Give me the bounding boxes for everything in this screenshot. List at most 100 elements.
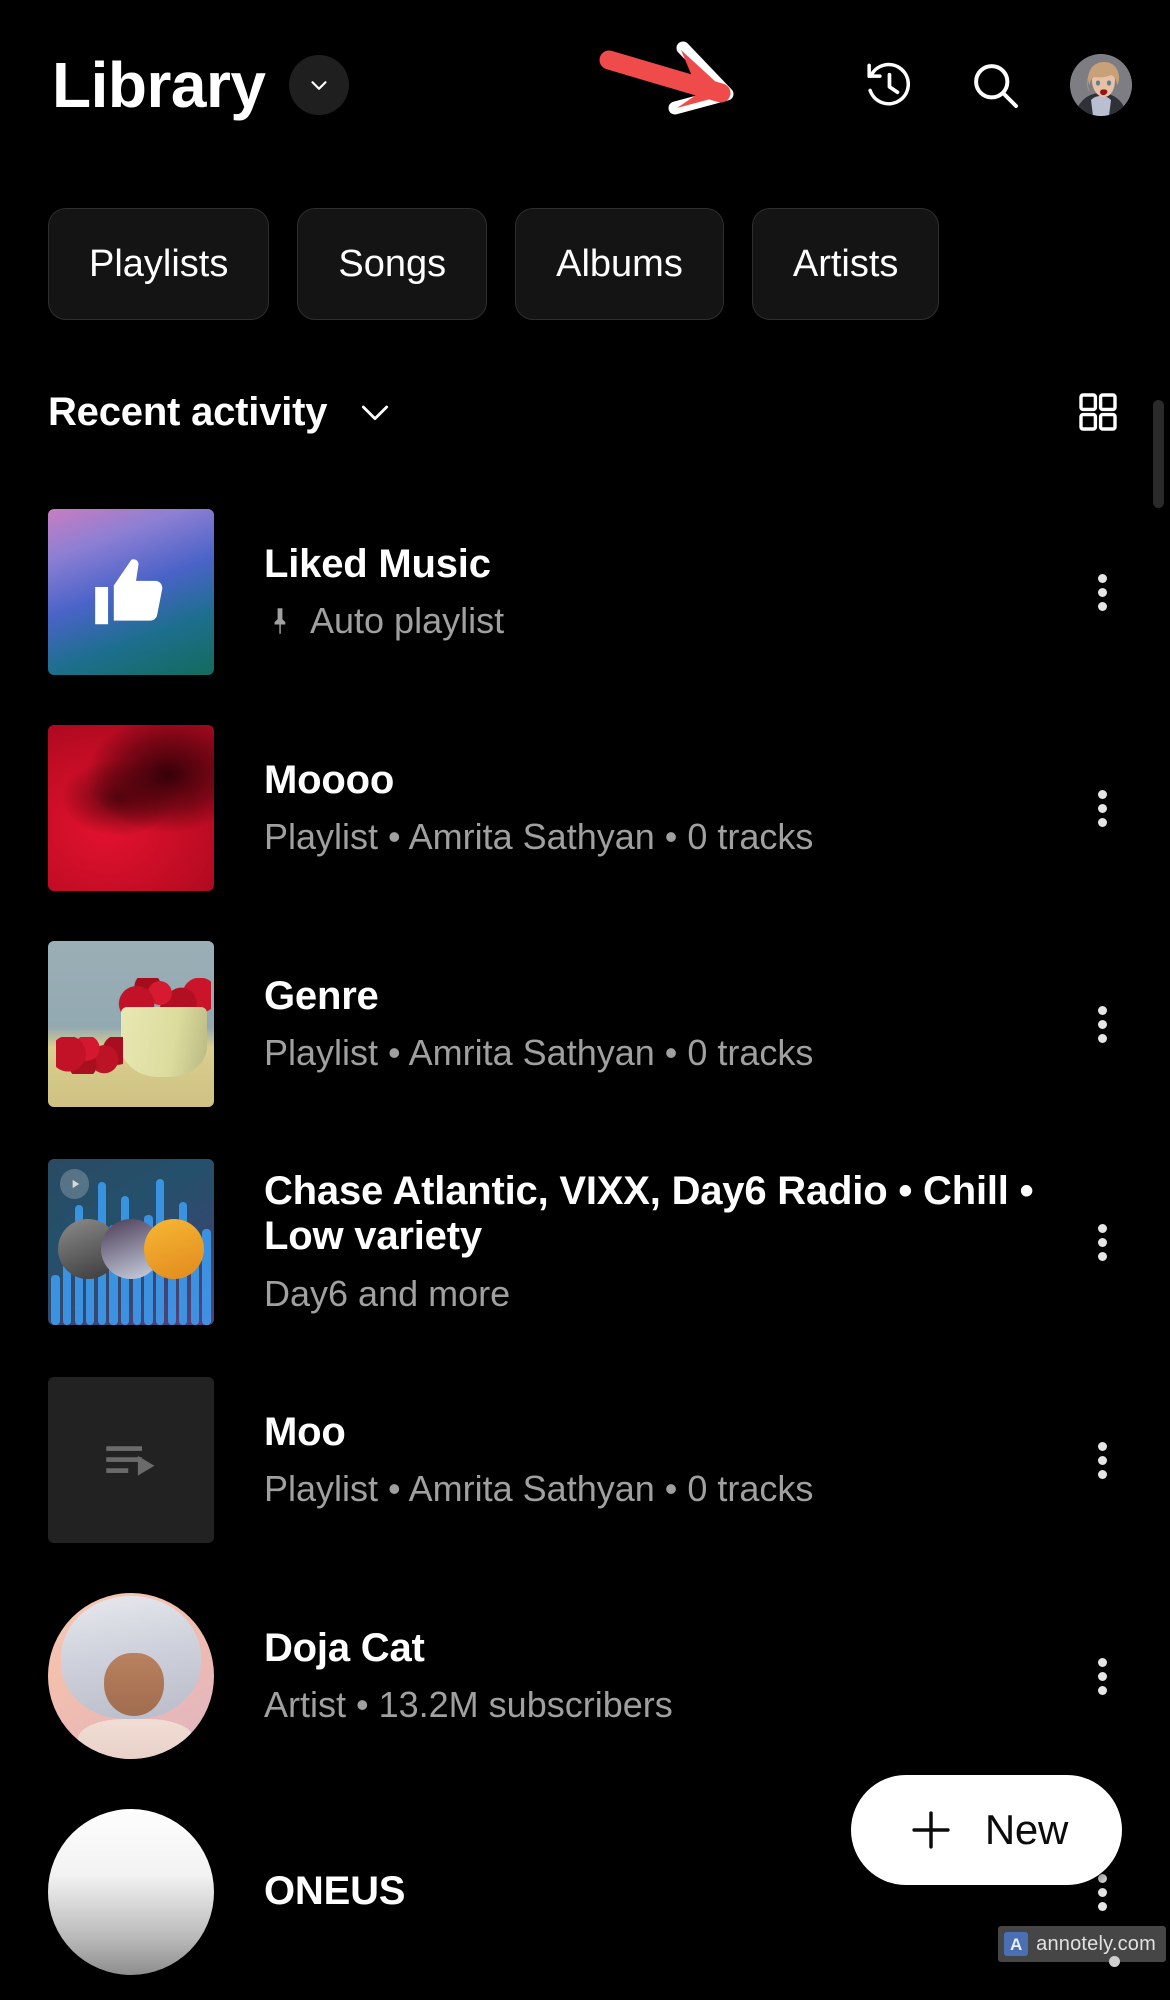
list-item-subtitle: Auto playlist xyxy=(310,600,505,642)
face-shape xyxy=(104,1652,165,1716)
play-glyph xyxy=(72,1179,79,1188)
more-vertical-icon xyxy=(1097,1001,1107,1048)
sort-label: Recent activity xyxy=(48,389,328,434)
search-icon xyxy=(974,64,1018,108)
list-item-subtitle-row: Day6 and more xyxy=(264,1272,1072,1315)
list-item-subtitle-row: Artist • 13.2M subscribers xyxy=(264,1683,1072,1726)
playlist-play-icon xyxy=(106,1446,155,1476)
filter-chip-row: Playlists Songs Albums Artists xyxy=(0,208,1170,320)
list-item-subtitle-row: Playlist • Amrita Sathyan • 0 tracks xyxy=(264,815,1072,858)
chip-artists[interactable]: Artists xyxy=(751,208,940,320)
plus-icon xyxy=(912,1811,950,1849)
body-shape xyxy=(77,1719,195,1759)
list-item-menu-button[interactable] xyxy=(1072,1437,1132,1484)
playlist-cover-cherries xyxy=(48,941,214,1107)
history-clock-icon xyxy=(867,62,911,106)
chevron-down-icon xyxy=(311,81,328,90)
list-item-subtitle-row: Playlist • Amrita Sathyan • 0 tracks xyxy=(264,1031,1072,1074)
thumbs-up-icon xyxy=(95,559,163,625)
list-item-text: Chase Atlantic, VIXX, Day6 Radio • Chill… xyxy=(214,1169,1072,1315)
list-item-menu-button[interactable] xyxy=(1072,1653,1132,1700)
more-vertical-icon xyxy=(1097,1653,1107,1700)
list-item[interactable]: Doja Cat Artist • 13.2M subscribers xyxy=(0,1568,1170,1784)
new-button[interactable]: New xyxy=(850,1775,1122,1885)
annotely-logo-icon: A xyxy=(1004,1932,1029,1956)
list-item-title: Genre xyxy=(264,973,379,1018)
list-item[interactable]: Liked Music Auto playlist xyxy=(0,484,1170,700)
list-item-title: Moo xyxy=(264,1409,346,1454)
list-item-subtitle: Playlist • Amrita Sathyan • 0 tracks xyxy=(264,1468,814,1510)
more-vertical-icon xyxy=(1097,785,1107,832)
pin-glyph xyxy=(274,607,286,634)
bowl-shape xyxy=(121,1007,208,1078)
artist-avatar-art xyxy=(48,1593,214,1759)
list-item-subtitle-row: Playlist • Amrita Sathyan • 0 tracks xyxy=(264,1467,1072,1510)
empty-playlist-art xyxy=(48,1377,214,1543)
list-item-menu-button[interactable] xyxy=(1072,569,1132,616)
radio-mix-art xyxy=(48,1159,214,1325)
chip-albums[interactable]: Albums xyxy=(515,208,724,320)
loose-cherries xyxy=(56,1037,123,1074)
new-button-label: New xyxy=(984,1806,1068,1853)
list-item-text: Moooo Playlist • Amrita Sathyan • 0 trac… xyxy=(214,758,1072,859)
list-item-text: Moo Playlist • Amrita Sathyan • 0 tracks xyxy=(214,1410,1072,1511)
header-actions xyxy=(858,54,1132,116)
artist-avatar-doja-cat xyxy=(48,1593,214,1759)
liked-music-thumbnail xyxy=(48,509,214,675)
artist-circle-3 xyxy=(144,1218,205,1279)
annotely-watermark: A annotely.com xyxy=(998,1926,1166,1967)
list-item-subtitle: Day6 and more xyxy=(264,1273,511,1314)
list-item-title: Liked Music xyxy=(264,541,491,586)
artist-avatar-art xyxy=(48,1809,214,1975)
grid-view-icon xyxy=(1079,393,1117,431)
section-bar: Recent activity xyxy=(0,382,1170,442)
chip-playlists[interactable]: Playlists xyxy=(48,208,270,320)
red-arrow-annotation-icon xyxy=(599,41,734,115)
list-item-subtitle: Playlist • Amrita Sathyan • 0 tracks xyxy=(264,1032,814,1074)
play-badge-icon xyxy=(59,1168,90,1199)
empty-playlist-placeholder xyxy=(48,1377,214,1543)
playlist-cover-red-leaves xyxy=(48,725,214,891)
library-dropdown-button[interactable] xyxy=(289,55,350,115)
artist-avatar-oneus xyxy=(48,1809,214,1975)
list-item-text: Liked Music Auto playlist xyxy=(214,542,1072,643)
more-vertical-icon xyxy=(1097,1869,1107,1916)
list-item-subtitle: Artist • 13.2M subscribers xyxy=(264,1684,673,1726)
sort-dropdown-button[interactable] xyxy=(355,392,395,432)
list-item-text: Genre Playlist • Amrita Sathyan • 0 trac… xyxy=(214,974,1072,1075)
list-item-menu-button[interactable] xyxy=(1072,1219,1132,1266)
avatar[interactable] xyxy=(1070,54,1132,116)
list-item[interactable]: Moo Playlist • Amrita Sathyan • 0 tracks xyxy=(0,1352,1170,1568)
more-vertical-icon xyxy=(1097,1437,1107,1484)
list-item-subtitle-row: Auto playlist xyxy=(264,599,1072,642)
page-title: Library xyxy=(52,49,266,121)
list-item-menu-button[interactable] xyxy=(1072,1001,1132,1048)
list-item-title: Doja Cat xyxy=(264,1625,425,1670)
list-item-title: Chase Atlantic, VIXX, Day6 Radio • Chill… xyxy=(264,1168,1034,1259)
search-button[interactable] xyxy=(964,54,1026,116)
chip-songs[interactable]: Songs xyxy=(297,208,488,320)
history-button[interactable] xyxy=(858,54,920,116)
playlist-cover-art xyxy=(48,725,214,891)
list-item-subtitle: Playlist • Amrita Sathyan • 0 tracks xyxy=(264,816,814,858)
app-header: Library xyxy=(0,0,1170,170)
annotation-handle-dot xyxy=(1109,1956,1120,1967)
pin-icon xyxy=(264,605,296,637)
list-item-title: Moooo xyxy=(264,757,395,802)
chevron-down-icon xyxy=(362,405,389,421)
account-avatar-image xyxy=(1070,54,1132,116)
list-item-text: Doja Cat Artist • 13.2M subscribers xyxy=(214,1626,1072,1727)
playlist-cover-art xyxy=(48,941,214,1107)
library-list: Liked Music Auto playlist Moooo Playlist… xyxy=(0,484,1170,2000)
list-item-menu-button[interactable] xyxy=(1072,785,1132,832)
more-vertical-icon xyxy=(1097,569,1107,616)
vertical-scrollbar[interactable] xyxy=(1153,400,1164,508)
radio-mix-thumbnail xyxy=(48,1159,214,1325)
more-vertical-icon xyxy=(1097,1219,1107,1266)
annotely-watermark-text: annotely.com xyxy=(1036,1932,1156,1955)
grid-view-toggle[interactable] xyxy=(1074,388,1122,436)
list-item[interactable]: Moooo Playlist • Amrita Sathyan • 0 trac… xyxy=(0,700,1170,916)
list-item[interactable]: Genre Playlist • Amrita Sathyan • 0 trac… xyxy=(0,916,1170,1132)
liked-music-art xyxy=(48,509,214,675)
list-item[interactable]: Chase Atlantic, VIXX, Day6 Radio • Chill… xyxy=(0,1132,1170,1352)
